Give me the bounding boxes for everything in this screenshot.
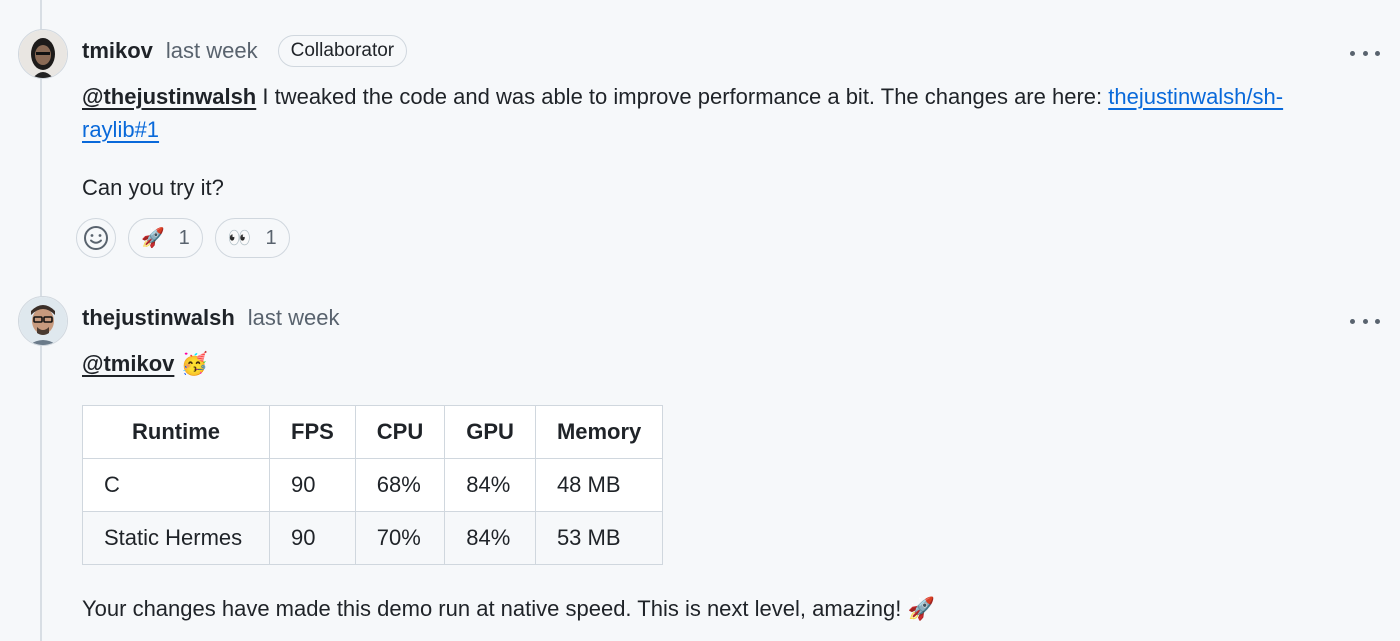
table-cell: 53 MB bbox=[534, 511, 664, 565]
author-name[interactable]: thejustinwalsh bbox=[82, 305, 235, 331]
rocket-icon: 🚀 bbox=[907, 596, 935, 621]
table-header-row: Runtime FPS CPU GPU Memory bbox=[82, 405, 664, 459]
table-row: C 90 68% 84% 48 MB bbox=[82, 458, 664, 512]
table-header: GPU bbox=[444, 405, 536, 459]
table-header: Runtime bbox=[82, 405, 270, 459]
table-cell: 90 bbox=[269, 511, 356, 565]
table-cell: 84% bbox=[444, 511, 536, 565]
table-header: CPU bbox=[354, 405, 446, 459]
comment-body: @tmikov 🥳 bbox=[82, 347, 1332, 380]
party-face-icon: 🥳 bbox=[180, 351, 208, 376]
comment-closing: Your changes have made this demo run at … bbox=[82, 592, 1332, 625]
table-cell: 68% bbox=[354, 458, 446, 512]
table-cell: C bbox=[82, 458, 270, 512]
comment-thejustinwalsh: thejustinwalsh last week @tmikov 🥳 Runti… bbox=[0, 0, 1400, 641]
table-cell: 48 MB bbox=[534, 458, 664, 512]
avatar[interactable] bbox=[18, 296, 68, 346]
timestamp[interactable]: last week bbox=[248, 305, 340, 331]
more-options-icon[interactable] bbox=[1350, 309, 1380, 333]
comment-header: thejustinwalsh last week bbox=[82, 300, 340, 336]
table-cell: 84% bbox=[444, 458, 536, 512]
benchmark-table: Runtime FPS CPU GPU Memory C 90 68% 84% … bbox=[82, 405, 664, 565]
table-cell: Static Hermes bbox=[82, 511, 270, 565]
mention-link[interactable]: @tmikov bbox=[82, 351, 174, 376]
closing-text: Your changes have made this demo run at … bbox=[82, 596, 902, 621]
table-cell: 70% bbox=[354, 511, 446, 565]
table-header: Memory bbox=[534, 405, 664, 459]
table-header: FPS bbox=[269, 405, 356, 459]
table-row: Static Hermes 90 70% 84% 53 MB bbox=[82, 511, 664, 565]
table-cell: 90 bbox=[269, 458, 356, 512]
